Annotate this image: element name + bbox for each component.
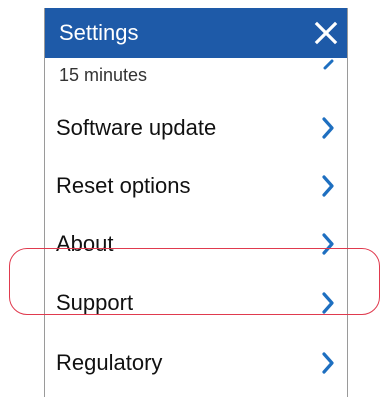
chevron-right-icon [322,233,334,255]
chevron-right-icon [322,352,334,374]
chevron-right-icon [322,292,334,314]
chevron-right-icon [322,117,334,139]
item-label: Regulatory [56,350,163,375]
item-label: About [56,231,114,256]
settings-item-software-update[interactable]: Software update [45,100,347,156]
settings-item-regulatory[interactable]: Regulatory [45,335,347,391]
chevron-right-icon [323,59,334,70]
item-label: Support [56,290,134,315]
settings-panel: Settings 15 minutes Software update Rese… [44,8,348,397]
settings-item-about[interactable]: About [45,216,347,272]
settings-item-reset-options[interactable]: Reset options [45,158,347,214]
settings-header: Settings [45,8,347,58]
header-title: Settings [59,20,139,45]
item-label: Reset options [56,173,191,198]
settings-item-support[interactable]: Support [45,275,347,331]
item-value: 15 minutes [59,65,148,85]
item-label: Software update [56,115,217,140]
close-icon[interactable] [313,20,339,46]
chevron-right-icon [322,175,334,197]
